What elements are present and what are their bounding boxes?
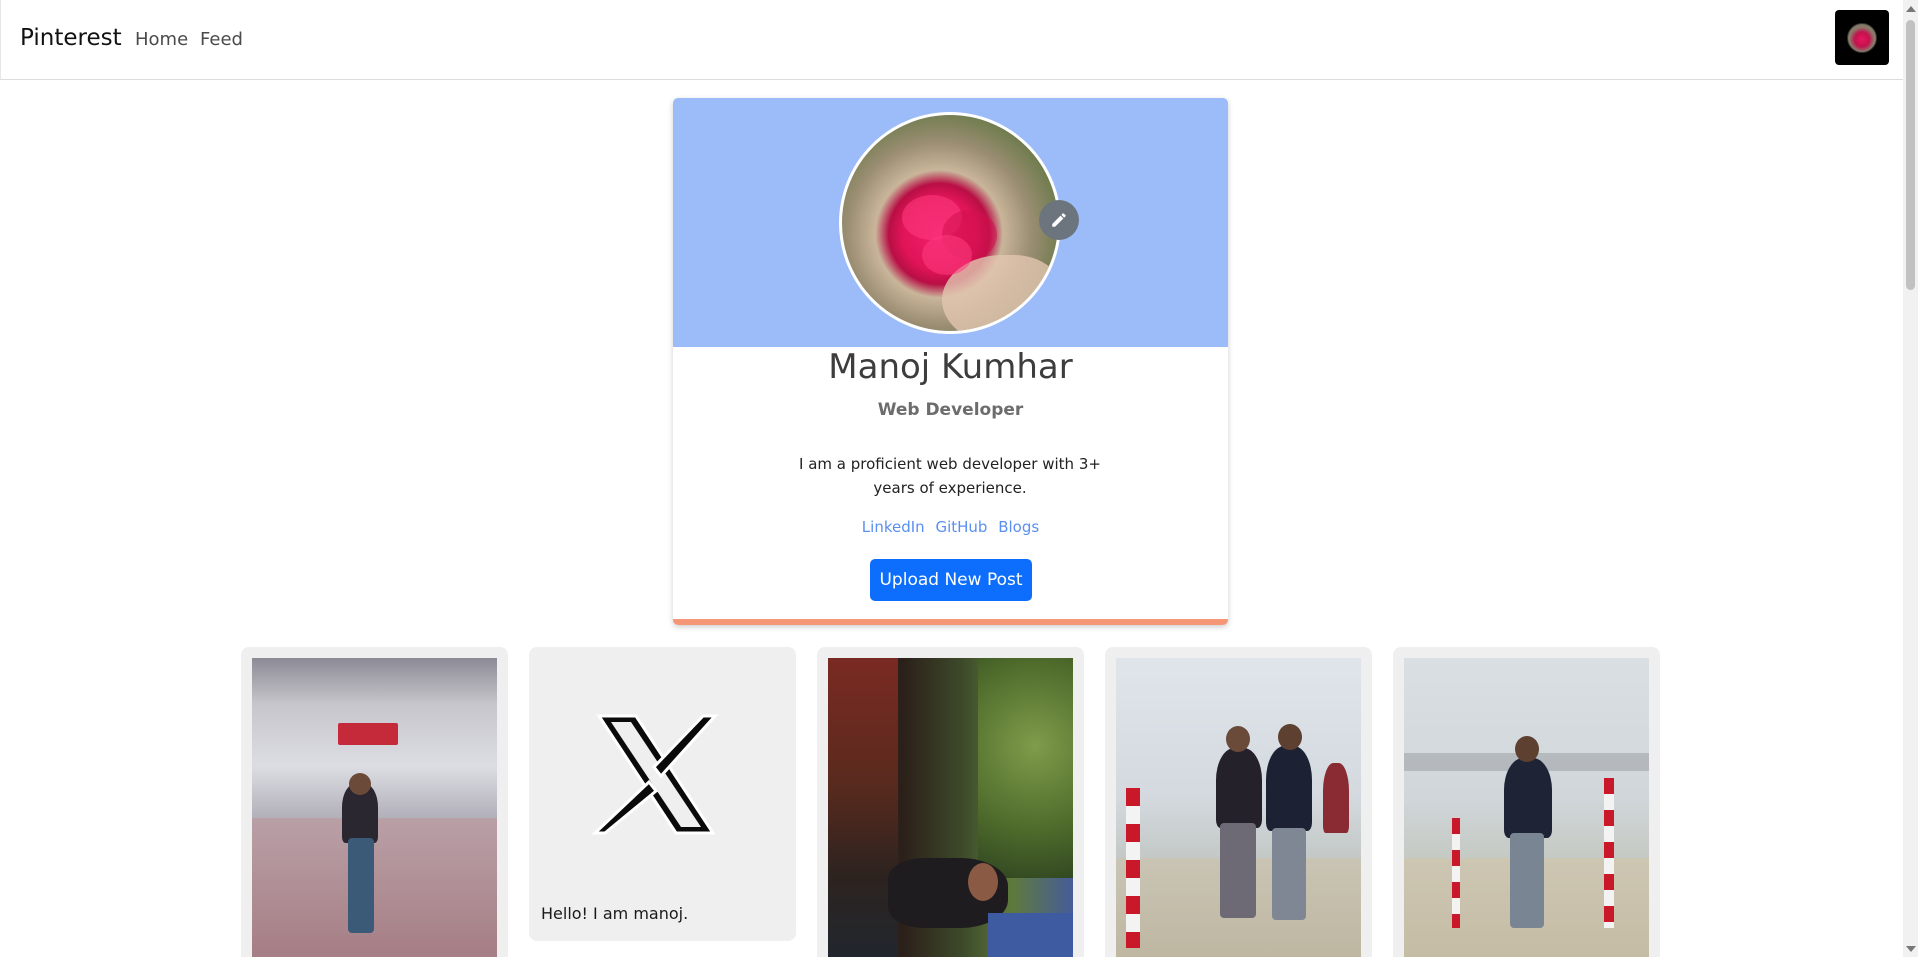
github-link[interactable]: GitHub	[935, 518, 987, 536]
person-legs	[348, 838, 374, 933]
profile-name: Manoj Kumhar	[828, 347, 1073, 387]
x-logo-icon	[591, 714, 719, 835]
person-legs	[1220, 823, 1256, 918]
post-card[interactable]	[1105, 647, 1372, 957]
barrier-post	[1452, 818, 1460, 928]
brand-logo[interactable]: Pinterest	[20, 25, 122, 51]
scroll-up-arrow-icon[interactable]	[1903, 0, 1918, 17]
social-links: LinkedIn GitHub Blogs	[673, 518, 1228, 536]
person-figure	[1266, 746, 1312, 831]
navbar: Pinterest Home Feed	[0, 0, 1903, 80]
post-card[interactable]	[1393, 647, 1660, 957]
person-legs	[1272, 828, 1306, 920]
person-figure	[1504, 758, 1552, 838]
post-card[interactable]: Hello! I am manoj.	[529, 647, 796, 941]
blogs-link[interactable]: Blogs	[998, 518, 1039, 536]
person-head	[349, 773, 371, 795]
person-head	[1278, 724, 1302, 750]
page-scrollbar[interactable]	[1903, 0, 1918, 957]
barrier-post	[1126, 788, 1140, 948]
wall	[828, 658, 898, 957]
person-head	[1226, 726, 1250, 752]
profile-card: Manoj Kumhar Web Developer I am a profic…	[673, 98, 1228, 625]
post-image[interactable]	[828, 658, 1073, 957]
scrollbar-thumb[interactable]	[1906, 20, 1915, 290]
profile-menu-button[interactable]	[1835, 10, 1889, 65]
nav-link-home[interactable]: Home	[135, 29, 188, 50]
profile-role: Web Developer	[877, 400, 1024, 420]
nav-link-feed[interactable]: Feed	[200, 29, 243, 50]
avatar-icon	[1847, 22, 1877, 53]
plants	[978, 658, 1073, 878]
upload-new-post-button[interactable]: Upload New Post	[870, 559, 1032, 601]
post-image[interactable]	[1116, 658, 1361, 957]
post-image[interactable]	[252, 658, 497, 957]
profile-bio: I am a proficient web developer with 3+ …	[799, 455, 1101, 497]
scroll-down-arrow-icon[interactable]	[1903, 940, 1918, 957]
rose-petal	[922, 235, 972, 275]
person-legs	[1510, 833, 1544, 928]
post-card[interactable]	[817, 647, 1084, 957]
digital-clock-sign	[338, 723, 398, 745]
barrier-post	[1604, 778, 1614, 928]
person-head	[968, 863, 998, 901]
background-person	[1323, 763, 1349, 833]
post-image[interactable]	[1404, 658, 1649, 957]
post-caption: Hello! I am manoj.	[541, 904, 689, 923]
profile-picture	[839, 112, 1061, 334]
post-card[interactable]	[241, 647, 508, 957]
linkedin-link[interactable]: LinkedIn	[862, 518, 925, 536]
person-head	[1515, 736, 1539, 762]
pencil-icon	[1052, 213, 1066, 227]
profile-card-header	[673, 98, 1228, 347]
card-accent-bar	[673, 619, 1228, 625]
edit-profile-picture-button[interactable]	[1039, 200, 1079, 240]
background-object	[988, 913, 1073, 957]
person-figure	[1216, 748, 1262, 828]
